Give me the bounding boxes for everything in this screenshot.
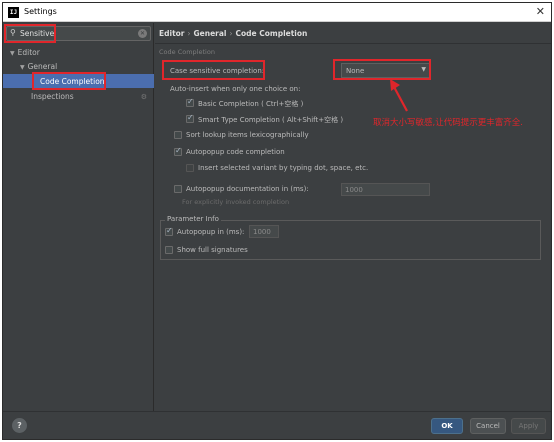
ok-button[interactable]: OK: [431, 418, 463, 434]
tree-item-editor[interactable]: ▼ Editor: [10, 48, 40, 57]
sort-lookup-label: Sort lookup items lexicographically: [186, 131, 309, 139]
gear-icon: ⚙: [140, 93, 147, 101]
header-divider: [155, 43, 551, 44]
param-autopopup-ms-input[interactable]: 1000: [249, 225, 279, 238]
auto-insert-label: Auto-insert when only one choice on:: [170, 85, 301, 93]
help-icon[interactable]: ?: [12, 418, 27, 433]
autopopup-code-label: Autopopup code completion: [186, 148, 285, 156]
cancel-button[interactable]: Cancel: [470, 418, 506, 434]
full-signatures-label: Show full signatures: [177, 246, 248, 254]
sort-lookup-checkbox[interactable]: [174, 131, 182, 139]
dialog-footer: ? OK Cancel Apply: [3, 411, 551, 439]
tree-item-inspections[interactable]: Inspections: [31, 92, 74, 101]
case-sensitive-highlight: [162, 60, 265, 80]
code-completion-highlight: [32, 72, 106, 90]
basic-completion-checkbox[interactable]: [186, 97, 194, 107]
intellij-icon: IJ: [8, 7, 19, 18]
autopopup-doc-checkbox[interactable]: [174, 185, 182, 193]
autopopup-doc-label: Autopopup documentation in (ms):: [186, 185, 309, 193]
expand-arrow-icon: ▼: [20, 64, 25, 71]
apply-button[interactable]: Apply: [511, 418, 546, 434]
settings-window: IJ Settings ✕ ⚲ Sensitive ✕ ▼ Editor ▼ Gen…: [2, 2, 552, 440]
basic-completion-label: Basic Completion ( Ctrl+空格 ): [198, 100, 304, 108]
clear-search-icon[interactable]: ✕: [138, 29, 147, 38]
annotation-text: 取消大小写敏感,让代码提示更丰富齐全.: [373, 118, 523, 128]
param-autopopup-label: Autopopup in (ms):: [177, 228, 245, 236]
parameter-info-group: Parameter Info Autopopup in (ms): 1000 S…: [160, 215, 541, 260]
search-highlight: [4, 24, 56, 43]
settings-content: Editor › General › Code Completion Code Comp…: [155, 23, 551, 411]
full-signatures-checkbox[interactable]: [165, 246, 173, 254]
insert-selected-checkbox[interactable]: [186, 164, 194, 172]
annotation-arrow-icon: [390, 79, 408, 112]
close-icon[interactable]: ✕: [536, 5, 545, 19]
smart-type-checkbox[interactable]: [186, 113, 194, 123]
tree-item-general[interactable]: ▼ General: [20, 62, 57, 71]
insert-selected-label: Insert selected variant by typing dot, s…: [198, 164, 369, 172]
autopopup-doc-ms-input[interactable]: 1000: [341, 183, 430, 196]
window-title: Settings: [24, 7, 57, 16]
smart-type-label: Smart Type Completion ( Alt+Shift+空格 ): [198, 116, 344, 124]
title-bar: IJ Settings ✕: [3, 3, 551, 22]
param-autopopup-checkbox[interactable]: [165, 226, 173, 236]
expand-arrow-icon: ▼: [10, 50, 15, 57]
autopopup-code-checkbox[interactable]: [174, 146, 182, 156]
parameter-info-title: Parameter Info: [165, 215, 221, 223]
section-title: Code Completion: [159, 48, 215, 56]
sidebar: ⚲ Sensitive ✕ ▼ Editor ▼ General Code Comp…: [3, 23, 154, 411]
breadcrumb: Editor › General › Code Completion: [159, 29, 308, 38]
autopopup-doc-hint: For explicitly invoked completion: [182, 198, 290, 206]
